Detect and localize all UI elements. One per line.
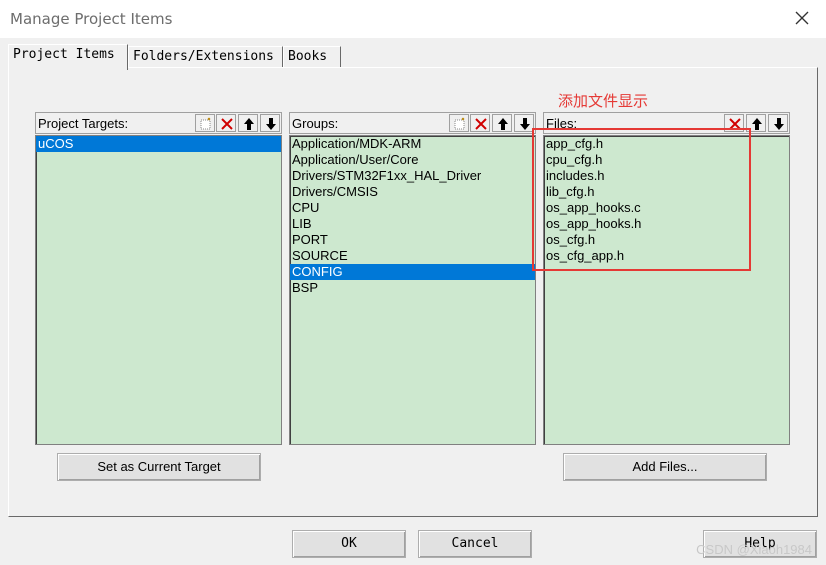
groups-new-button[interactable]: [449, 114, 469, 132]
ok-button[interactable]: OK: [292, 530, 406, 558]
move-up-icon: [244, 118, 254, 130]
add-files-button[interactable]: Add Files...: [563, 453, 767, 481]
targets-header: Project Targets:: [35, 112, 282, 134]
set-current-target-button[interactable]: Set as Current Target: [57, 453, 261, 481]
delete-icon: [221, 118, 233, 130]
files-move-down-button[interactable]: [768, 114, 788, 132]
targets-move-down-button[interactable]: [260, 114, 280, 132]
targets-list[interactable]: uCOS: [35, 135, 282, 445]
targets-move-up-button[interactable]: [238, 114, 258, 132]
watermark: CSDN @Xiaoh1984: [696, 542, 812, 557]
targets-new-button[interactable]: [195, 114, 215, 132]
close-icon[interactable]: [792, 8, 812, 28]
list-item[interactable]: BSP: [290, 280, 535, 296]
groups-list[interactable]: Application/MDK-ARM Application/User/Cor…: [289, 135, 536, 445]
move-up-icon: [498, 118, 508, 130]
tab-project-items[interactable]: Project Items: [8, 44, 128, 70]
targets-delete-button[interactable]: [216, 114, 236, 132]
list-item[interactable]: PORT: [290, 232, 535, 248]
move-down-icon: [774, 118, 784, 130]
groups-move-down-button[interactable]: [514, 114, 534, 132]
cancel-button[interactable]: Cancel: [418, 530, 532, 558]
annotation-label: 添加文件显示: [558, 92, 649, 110]
groups-delete-button[interactable]: [470, 114, 490, 132]
list-item[interactable]: uCOS: [36, 136, 281, 152]
list-item[interactable]: Application/MDK-ARM: [290, 136, 535, 152]
move-up-icon: [752, 118, 762, 130]
list-item[interactable]: LIB: [290, 216, 535, 232]
delete-icon: [475, 118, 487, 130]
tab-books[interactable]: Books: [283, 46, 341, 68]
groups-header-label: Groups:: [292, 116, 339, 131]
move-down-icon: [520, 118, 530, 130]
list-item[interactable]: CPU: [290, 200, 535, 216]
title-bar: Manage Project Items: [0, 0, 826, 38]
new-item-icon: [200, 117, 211, 130]
list-item[interactable]: Drivers/CMSIS: [290, 184, 535, 200]
list-item[interactable]: Application/User/Core: [290, 152, 535, 168]
groups-move-up-button[interactable]: [492, 114, 512, 132]
new-item-icon: [454, 117, 465, 130]
list-item[interactable]: Drivers/STM32F1xx_HAL_Driver: [290, 168, 535, 184]
targets-header-label: Project Targets:: [38, 116, 129, 131]
window-title: Manage Project Items: [10, 10, 173, 28]
move-down-icon: [266, 118, 276, 130]
list-item[interactable]: CONFIG: [290, 264, 535, 280]
tab-folders-extensions[interactable]: Folders/Extensions: [128, 46, 283, 68]
annotation-box: [532, 128, 751, 271]
groups-header: Groups:: [289, 112, 536, 134]
list-item[interactable]: SOURCE: [290, 248, 535, 264]
